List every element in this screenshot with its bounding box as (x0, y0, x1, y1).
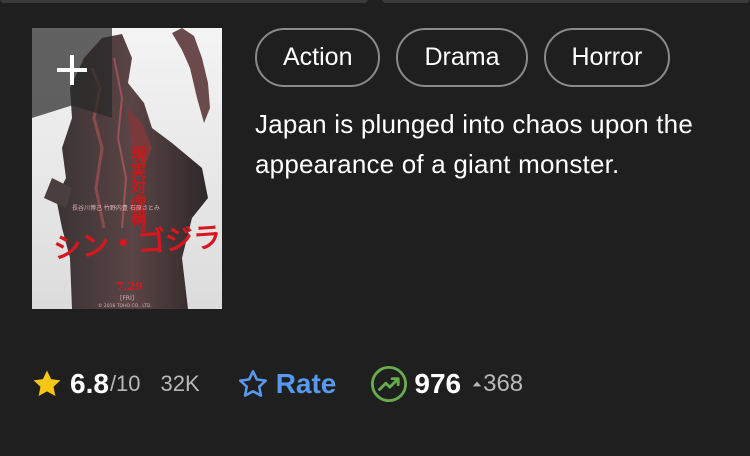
rating-out-of: /10 (109, 371, 141, 396)
poster-credits: 長谷川博己 竹野内豊 石原さとみ (72, 204, 160, 212)
popularity-rank: 976 (414, 368, 462, 399)
imdb-rating[interactable]: 6.8 /10 32K (30, 367, 200, 401)
popularity-meter[interactable]: 976 368 (370, 365, 523, 403)
rate-button[interactable]: Rate (236, 367, 337, 401)
poster-copyright: © 2016 TOHO CO., LTD. (98, 302, 152, 309)
rating-vote-count: 32K (160, 371, 200, 396)
plus-icon (57, 55, 87, 85)
genre-chips: Action Drama Horror (255, 28, 671, 87)
star-outline-icon (238, 369, 267, 397)
top-tab-right[interactable] (382, 0, 750, 3)
poster-day: [FRI] (120, 295, 134, 302)
genre-chip-action[interactable]: Action (255, 28, 381, 87)
top-tab-strip (0, 0, 750, 4)
genre-chip-horror[interactable]: Horror (543, 28, 671, 87)
ratings-bar: 6.8 /10 32K Rate 976 368 (30, 362, 523, 406)
rate-label: Rate (275, 368, 337, 399)
star-filled-icon (33, 370, 61, 397)
add-to-watchlist-button[interactable] (32, 28, 112, 118)
plot-summary: Japan is plunged into chaos upon the app… (255, 109, 693, 179)
popularity-change-value: 368 (483, 370, 524, 397)
trending-up-icon (371, 365, 408, 403)
rating-score: 6.8 (70, 368, 109, 399)
caret-up-icon (472, 381, 482, 387)
top-tab-left[interactable] (0, 0, 368, 3)
genre-chip-drama[interactable]: Drama (396, 28, 528, 87)
popularity-change: 368 (471, 370, 523, 398)
poster-date: 7.29 (116, 280, 143, 293)
